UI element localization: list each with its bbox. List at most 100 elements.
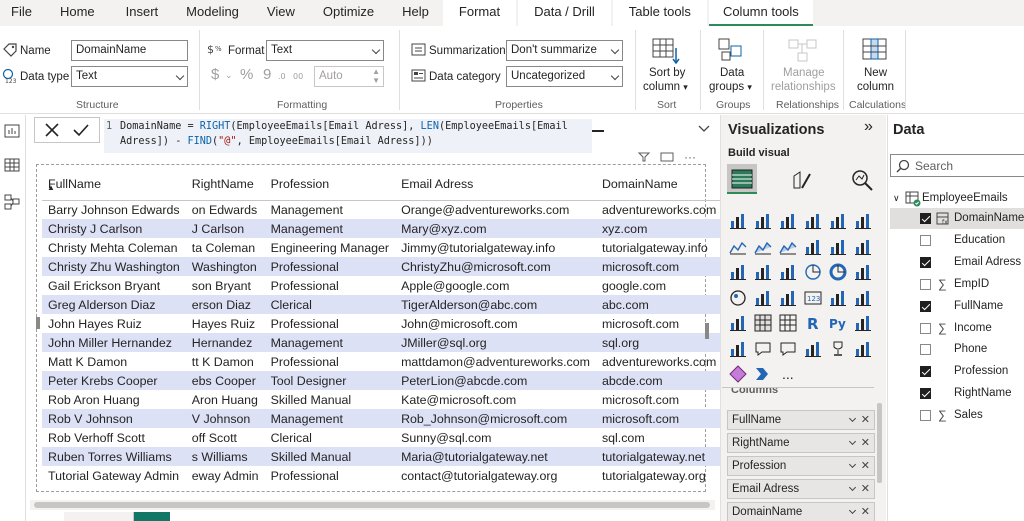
table-icon[interactable] xyxy=(754,314,772,332)
field-checkbox[interactable] xyxy=(920,344,931,356)
table-view-icon[interactable] xyxy=(4,158,20,172)
table-row[interactable]: Tutorial Gateway Admin eway Admin Professi… xyxy=(42,466,722,485)
data-type-dropdown[interactable]: Text xyxy=(71,66,188,87)
kpi-icon[interactable] xyxy=(854,289,872,307)
field-domainname[interactable]: fx DomainName xyxy=(890,208,1024,229)
table-row[interactable]: Christy J Carlson J Carlson Management Mary… xyxy=(42,219,723,238)
model-view-icon[interactable] xyxy=(4,194,20,210)
filter-icon[interactable] xyxy=(638,152,650,162)
commit-formula-icon[interactable] xyxy=(71,121,91,139)
header-rightname[interactable]: RightName xyxy=(185,170,265,201)
field-checkbox[interactable] xyxy=(920,213,931,224)
table-row[interactable]: Rob Aron Huang Aron Huang Skilled Manual Ka… xyxy=(42,390,722,409)
field-well-fullname[interactable]: FullName ✕ xyxy=(727,410,875,430)
field-checkbox[interactable] xyxy=(920,256,931,268)
data-groups-label2[interactable]: groups ▾ xyxy=(709,81,752,93)
power-apps-icon[interactable] xyxy=(729,365,747,383)
cancel-formula-icon[interactable] xyxy=(43,121,61,139)
field-checkbox[interactable] xyxy=(920,278,931,290)
clustered-column-icon[interactable] xyxy=(804,212,822,230)
treemap-icon[interactable] xyxy=(854,263,872,281)
field-well-profession[interactable]: Profession ✕ xyxy=(727,456,875,476)
slicer-icon[interactable] xyxy=(729,314,747,332)
table-row[interactable]: Greg Alderson Diaz erson Diaz Clerical Tige… xyxy=(42,295,723,314)
percent-button[interactable]: % xyxy=(240,66,253,83)
matrix-icon[interactable] xyxy=(779,314,797,332)
manage-relationships-label2[interactable]: relationships xyxy=(771,81,836,93)
donut-chart-icon[interactable] xyxy=(829,263,847,281)
area-chart-icon[interactable] xyxy=(754,238,772,256)
decomposition-tree-icon[interactable] xyxy=(729,340,747,358)
report-view-icon[interactable] xyxy=(4,124,20,138)
menu-help[interactable]: Help xyxy=(388,0,443,26)
field-profession[interactable]: Profession xyxy=(890,361,1024,382)
chevron-down-icon[interactable] xyxy=(848,414,857,423)
100-stacked-column-icon[interactable] xyxy=(854,212,872,230)
arcgis-icon[interactable] xyxy=(854,340,872,358)
comma-button[interactable]: 9 xyxy=(263,66,271,83)
field-fullname[interactable]: FullName xyxy=(890,296,1024,317)
pie-chart-icon[interactable] xyxy=(804,263,822,281)
remove-field-icon[interactable]: ✕ xyxy=(861,457,870,475)
table-row[interactable]: Christy Mehta Coleman ta Coleman Engineeri… xyxy=(42,238,722,257)
header-fullname[interactable]: FullName xyxy=(42,170,186,201)
line-chart-icon[interactable] xyxy=(729,238,747,256)
field-sales[interactable]: ∑ Sales xyxy=(890,405,1024,426)
scatter-icon[interactable] xyxy=(779,263,797,281)
more-visuals[interactable]: ... xyxy=(782,366,794,382)
field-checkbox[interactable] xyxy=(920,322,931,334)
expand-formula-icon[interactable] xyxy=(698,124,710,134)
decimals-input[interactable]: Auto ▲ ▼ xyxy=(314,66,384,87)
field-education[interactable]: Education xyxy=(890,230,1024,251)
summarization-dropdown[interactable]: Don't summarize xyxy=(506,40,623,61)
chevron-down-icon[interactable] xyxy=(848,483,857,492)
menu-insert[interactable]: Insert xyxy=(112,0,173,26)
ribbon-chart-icon[interactable] xyxy=(854,238,872,256)
table-row[interactable]: Barry Johnson Edwards on Edwards Managemen… xyxy=(42,200,722,219)
key-influencers-icon[interactable] xyxy=(854,314,872,332)
line-column-icon[interactable] xyxy=(804,238,822,256)
currency-button[interactable]: $ xyxy=(211,66,219,83)
field-empid[interactable]: ∑ EmpID xyxy=(890,274,1024,295)
header-profession[interactable]: Profession xyxy=(264,170,396,201)
filled-map-icon[interactable] xyxy=(754,289,772,307)
field-well-domainname[interactable]: DomainName ✕ xyxy=(727,502,875,521)
menu-file[interactable]: File xyxy=(0,0,43,26)
map-icon[interactable] xyxy=(729,289,747,307)
field-rightname[interactable]: RightName xyxy=(890,383,1024,404)
format-visual-icon[interactable] xyxy=(790,168,814,192)
format-dropdown[interactable]: Text xyxy=(266,40,384,61)
remove-field-icon[interactable]: ✕ xyxy=(861,411,870,429)
tab-format[interactable]: Format xyxy=(442,0,517,26)
field-income[interactable]: ∑ Income xyxy=(890,318,1024,339)
menu-view[interactable]: View xyxy=(253,0,309,26)
collapse-pane-icon[interactable]: » xyxy=(864,118,873,136)
line-clustered-column-icon[interactable] xyxy=(829,238,847,256)
new-column-label1[interactable]: New xyxy=(864,67,887,79)
table-row[interactable]: John Miller Hernandez Hernandez Management… xyxy=(42,333,723,352)
table-scrollbar-thumb[interactable] xyxy=(705,323,709,339)
header-domainname[interactable]: DomainName xyxy=(595,170,723,201)
narrative-icon[interactable] xyxy=(779,340,797,358)
clustered-bar-icon[interactable] xyxy=(779,212,797,230)
tab-column-tools[interactable]: Column tools xyxy=(708,0,813,26)
data-groups-label1[interactable]: Data xyxy=(720,67,744,79)
field-email-adress[interactable]: Email Adress xyxy=(890,252,1024,273)
formula-editor[interactable]: 1 DomainName = RIGHT(EmployeeEmails[Emai… xyxy=(104,119,592,153)
field-checkbox[interactable] xyxy=(920,234,931,246)
more-options-icon[interactable]: ··· xyxy=(684,150,696,164)
table-row[interactable]: Matt K Damon tt K Damon Professional mattda… xyxy=(42,352,722,371)
data-search-input[interactable]: Search xyxy=(890,154,1024,177)
resize-handle-left[interactable] xyxy=(36,317,40,329)
canvas-scrollbar-thumb[interactable] xyxy=(34,502,710,508)
analytics-icon[interactable] xyxy=(850,168,874,192)
paginated-report-icon[interactable] xyxy=(804,340,822,358)
new-column-label2[interactable]: column xyxy=(857,81,894,93)
qa-icon[interactable] xyxy=(754,340,772,358)
field-checkbox[interactable] xyxy=(920,300,931,312)
name-input[interactable]: DomainName xyxy=(71,40,188,61)
data-category-dropdown[interactable]: Uncategorized xyxy=(506,66,623,87)
sort-by-label[interactable]: Sort by xyxy=(649,67,685,79)
menu-home[interactable]: Home xyxy=(43,0,112,26)
power-automate-icon[interactable] xyxy=(754,365,772,383)
